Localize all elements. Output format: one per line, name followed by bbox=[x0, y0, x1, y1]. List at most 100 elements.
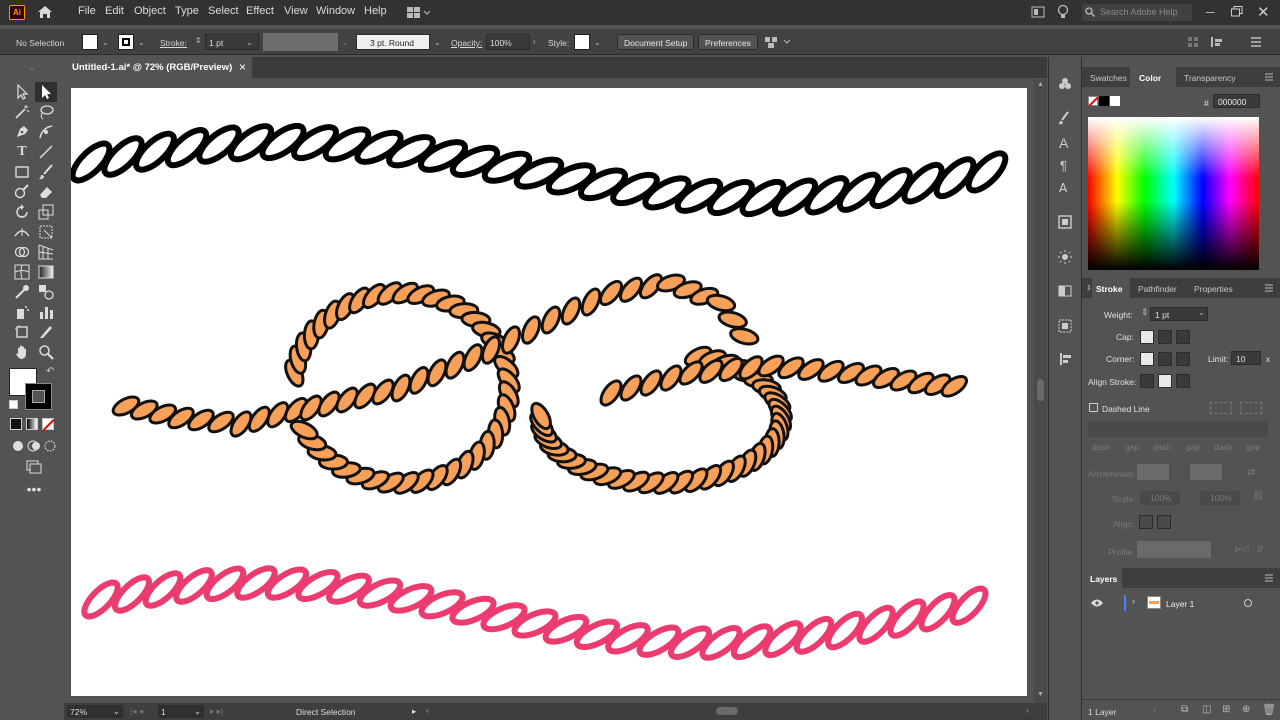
artboards-icon[interactable] bbox=[1058, 215, 1072, 229]
scale-tool-icon[interactable] bbox=[38, 204, 54, 220]
panel-menu-icon[interactable] bbox=[1264, 72, 1274, 82]
last-artboard-icon[interactable]: ▸ ▸| bbox=[210, 706, 223, 717]
zoom-level-field[interactable]: 72% ⌄ bbox=[67, 705, 123, 718]
chevron-down-icon[interactable]: ⌄ bbox=[138, 38, 145, 47]
stroke-color-swatch[interactable] bbox=[25, 383, 52, 410]
color-black-swatch[interactable] bbox=[1099, 96, 1109, 106]
hand-tool-icon[interactable] bbox=[14, 344, 30, 360]
character-icon[interactable]: A bbox=[1059, 135, 1068, 151]
arrow-extend-button[interactable] bbox=[1139, 515, 1153, 529]
lightbulb-icon[interactable] bbox=[1057, 4, 1069, 20]
screen-mode-icon[interactable] bbox=[26, 458, 42, 474]
chevron-right-icon[interactable]: › bbox=[1132, 596, 1135, 606]
menu-select[interactable]: Select bbox=[208, 5, 239, 17]
graphic-style-swatch[interactable] bbox=[574, 34, 590, 50]
lasso-tool-icon[interactable] bbox=[38, 104, 54, 120]
brush-definition[interactable]: 3 pt. Round bbox=[356, 34, 430, 50]
draw-normal-icon[interactable] bbox=[10, 438, 26, 454]
tab-stroke[interactable]: Stroke bbox=[1092, 278, 1130, 298]
swatches-icon[interactable] bbox=[1058, 77, 1072, 91]
column-graph-tool-icon[interactable] bbox=[38, 304, 54, 320]
menu-help[interactable]: Help bbox=[364, 5, 387, 17]
scroll-right-icon[interactable]: › bbox=[1026, 705, 1029, 715]
pink-rope-outline[interactable] bbox=[79, 563, 990, 663]
align-panel-icon[interactable] bbox=[1058, 352, 1072, 366]
artboard-number-field[interactable]: 1 ⌄ bbox=[158, 705, 204, 718]
free-transform-tool-icon[interactable] bbox=[38, 224, 54, 240]
stepper-icon[interactable]: ⇕ bbox=[195, 36, 202, 45]
menu-view[interactable]: View bbox=[284, 5, 308, 17]
dashed-line-checkbox[interactable] bbox=[1089, 403, 1098, 412]
arrow-place-button[interactable] bbox=[1157, 515, 1171, 529]
direct-selection-tool-icon[interactable] bbox=[38, 84, 54, 100]
orange-rope-knot[interactable] bbox=[110, 271, 969, 497]
selection-tool-icon[interactable] bbox=[14, 84, 30, 100]
artboard[interactable] bbox=[69, 88, 1027, 696]
blend-tool-icon[interactable] bbox=[38, 284, 54, 300]
menu-file[interactable]: File bbox=[78, 5, 96, 17]
menu-object[interactable]: Object bbox=[134, 5, 166, 17]
artboard-tool-icon[interactable] bbox=[14, 324, 30, 340]
first-artboard-icon[interactable]: |◂ ◂ bbox=[130, 706, 143, 717]
search-layers-icon[interactable]: ⌕ bbox=[1152, 705, 1157, 716]
dash-gap-fields[interactable] bbox=[1088, 421, 1268, 437]
mesh-tool-icon[interactable] bbox=[14, 264, 30, 280]
menu-effect[interactable]: Effect bbox=[246, 5, 274, 17]
tab-color[interactable]: Color bbox=[1130, 67, 1176, 87]
chevron-down-icon[interactable]: ⌄ bbox=[594, 38, 601, 47]
character-styles-icon[interactable]: 𝖠 bbox=[1059, 181, 1067, 195]
chevron-down-icon[interactable]: ⌄ bbox=[434, 38, 441, 47]
color-spectrum[interactable] bbox=[1088, 117, 1259, 270]
distribute-icon[interactable] bbox=[1210, 36, 1224, 48]
new-sublayer-icon[interactable]: ⊞ bbox=[1222, 704, 1230, 715]
draw-inside-icon[interactable] bbox=[42, 438, 58, 454]
align-center-button[interactable] bbox=[1140, 374, 1154, 388]
stroke-swatch[interactable] bbox=[118, 34, 134, 50]
close-icon[interactable]: ✕ bbox=[1257, 3, 1270, 21]
zoom-tool-icon[interactable] bbox=[38, 344, 54, 360]
default-colors-icon[interactable] bbox=[9, 400, 18, 409]
panel-menu-icon[interactable] bbox=[1264, 573, 1274, 583]
stroke-label[interactable]: Stroke: bbox=[160, 38, 187, 48]
target-icon[interactable] bbox=[1244, 599, 1252, 607]
delete-layer-icon[interactable]: 🗑 bbox=[1262, 703, 1276, 716]
menu-type[interactable]: Type bbox=[175, 5, 199, 17]
layer-row[interactable]: › Layer 1 bbox=[1082, 592, 1280, 614]
appearance-icon[interactable] bbox=[1058, 250, 1072, 264]
collect-export-icon[interactable]: ⧉ bbox=[1181, 704, 1188, 715]
tab-pathfinder[interactable]: Pathfinder bbox=[1134, 278, 1188, 298]
clipping-mask-icon[interactable]: ◫ bbox=[1202, 704, 1211, 715]
opacity-field[interactable]: 100% bbox=[486, 34, 530, 50]
tab-swatches[interactable]: Swatches bbox=[1086, 67, 1130, 87]
hex-input[interactable]: 000000 bbox=[1213, 94, 1260, 108]
rotate-tool-icon[interactable] bbox=[14, 204, 30, 220]
scroll-down-icon[interactable]: ▼ bbox=[1037, 691, 1044, 698]
new-layer-icon[interactable]: ⊕ bbox=[1242, 704, 1250, 715]
horizontal-scrollbar-thumb[interactable] bbox=[716, 707, 738, 715]
fill-swatch[interactable] bbox=[82, 34, 98, 50]
menu-window[interactable]: Window bbox=[316, 5, 355, 17]
collapse-handle-icon[interactable]: « bbox=[4, 66, 60, 73]
draw-behind-icon[interactable] bbox=[26, 438, 42, 454]
color-white-swatch[interactable] bbox=[1110, 96, 1120, 106]
align-icon[interactable] bbox=[1187, 36, 1199, 48]
chevron-right-icon[interactable]: › bbox=[533, 37, 536, 46]
tab-layers[interactable]: Layers bbox=[1082, 568, 1122, 588]
limit-field[interactable]: 10 bbox=[1231, 351, 1261, 365]
scroll-left-icon[interactable]: ‹ bbox=[426, 705, 429, 715]
none-mode-icon[interactable] bbox=[42, 418, 55, 431]
arrowhead-end-select[interactable] bbox=[1190, 464, 1222, 480]
opacity-label[interactable]: Opacity: bbox=[451, 38, 482, 48]
flip-along-icon[interactable]: ⊳◁ bbox=[1234, 544, 1248, 555]
gradient-tool-icon[interactable] bbox=[38, 264, 54, 280]
color-mode-icon[interactable] bbox=[10, 418, 22, 430]
round-join-button[interactable] bbox=[1158, 352, 1172, 366]
paintbrush-tool-icon[interactable] bbox=[38, 164, 54, 180]
tab-properties[interactable]: Properties bbox=[1190, 278, 1242, 298]
brushes-icon[interactable] bbox=[1058, 111, 1072, 125]
magic-wand-tool-icon[interactable] bbox=[14, 104, 30, 120]
swap-colors-icon[interactable]: ↶ bbox=[46, 366, 54, 377]
home-icon[interactable] bbox=[36, 4, 54, 20]
gradient-mode-icon[interactable] bbox=[26, 418, 38, 430]
perspective-grid-tool-icon[interactable] bbox=[38, 244, 54, 260]
